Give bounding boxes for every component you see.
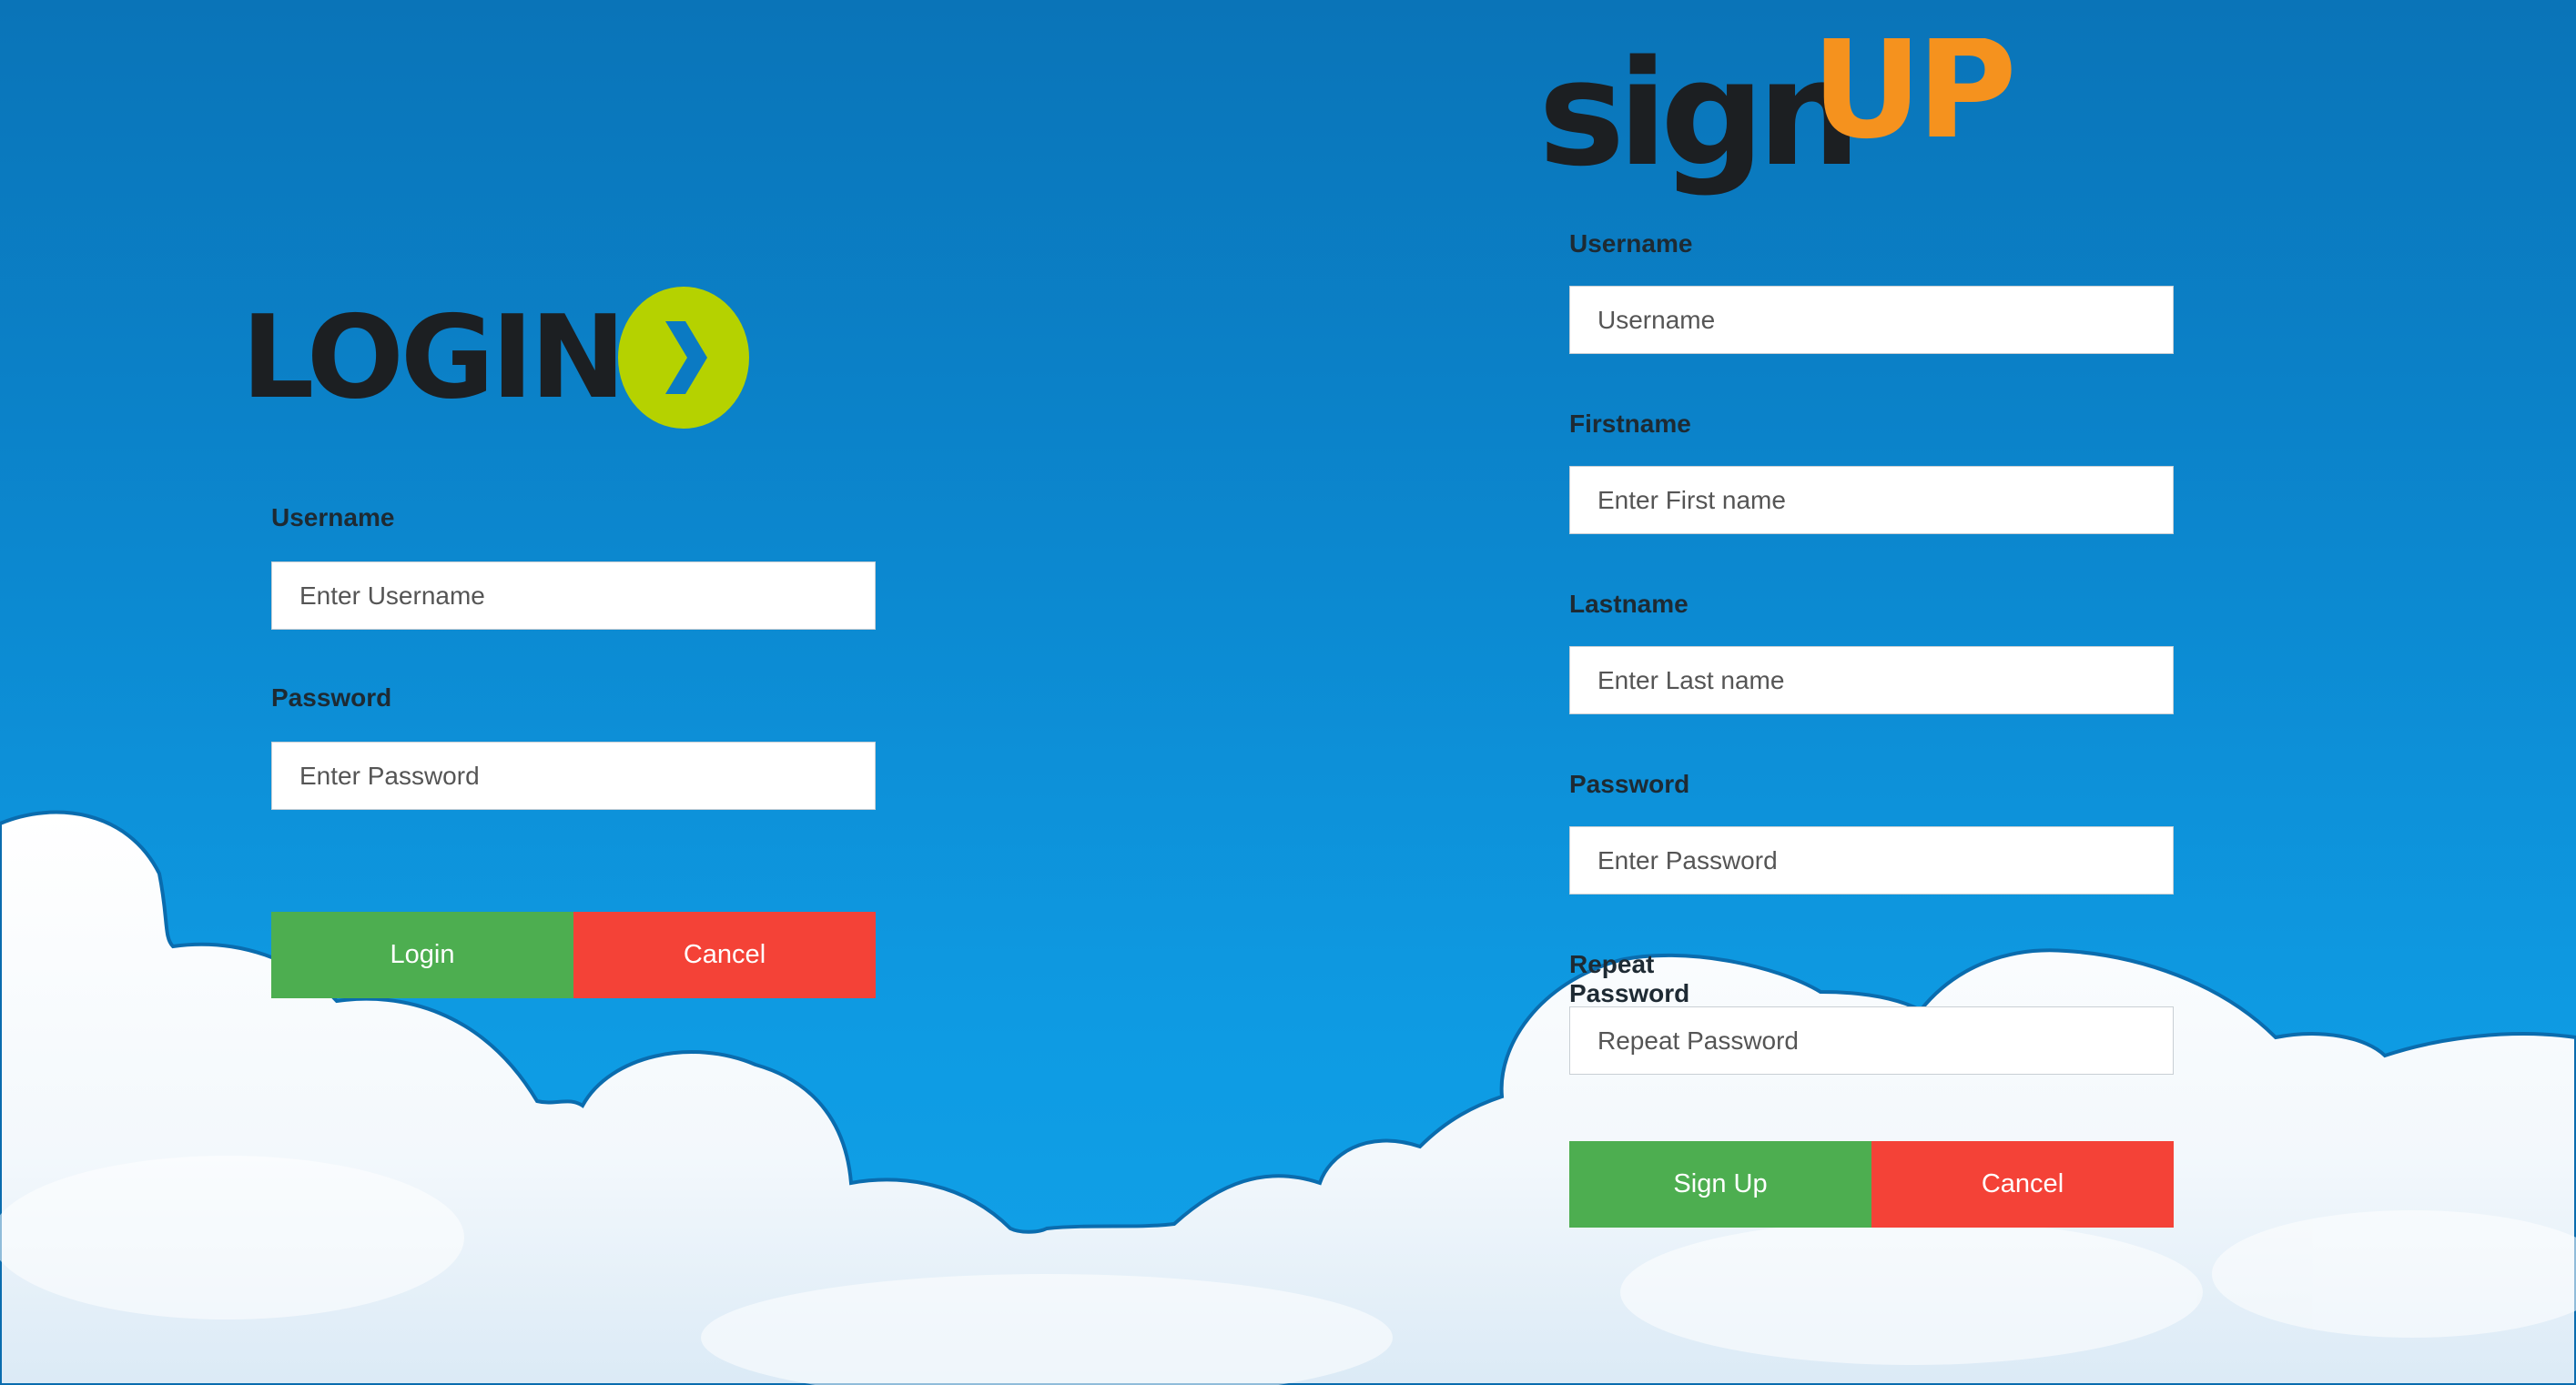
signup-firstname-label: Firstname (1569, 409, 1691, 438)
signup-password-input[interactable] (1569, 826, 2174, 895)
login-logo-text: LOGIN (241, 290, 626, 424)
signup-logo: sign UP (1538, 38, 2017, 198)
signup-repeat-password-input[interactable] (1569, 1006, 2174, 1075)
login-button[interactable]: Login (271, 912, 573, 998)
signup-cancel-button[interactable]: Cancel (1871, 1141, 2174, 1228)
signup-username-input[interactable] (1569, 286, 2174, 354)
login-logo: LOGIN (241, 287, 751, 432)
login-password-input[interactable] (271, 742, 876, 810)
signup-lastname-label: Lastname (1569, 590, 1689, 618)
chevron-right-icon (618, 287, 749, 429)
signup-button[interactable]: Sign Up (1569, 1141, 1871, 1228)
signup-logo-text-accent: UP (1811, 38, 2012, 169)
signup-username-label: Username (1569, 229, 1693, 258)
login-password-label: Password (271, 683, 392, 712)
login-username-label: Username (271, 503, 395, 531)
signup-password-label: Password (1569, 770, 1690, 798)
signup-repeat-password-label: Repeat Password (1569, 950, 1690, 1007)
signup-lastname-input[interactable] (1569, 646, 2174, 714)
login-cancel-button[interactable]: Cancel (573, 912, 876, 998)
signup-logo-text-dark: sign (1538, 38, 1854, 198)
signup-firstname-input[interactable] (1569, 466, 2174, 534)
login-username-input[interactable] (271, 561, 876, 630)
